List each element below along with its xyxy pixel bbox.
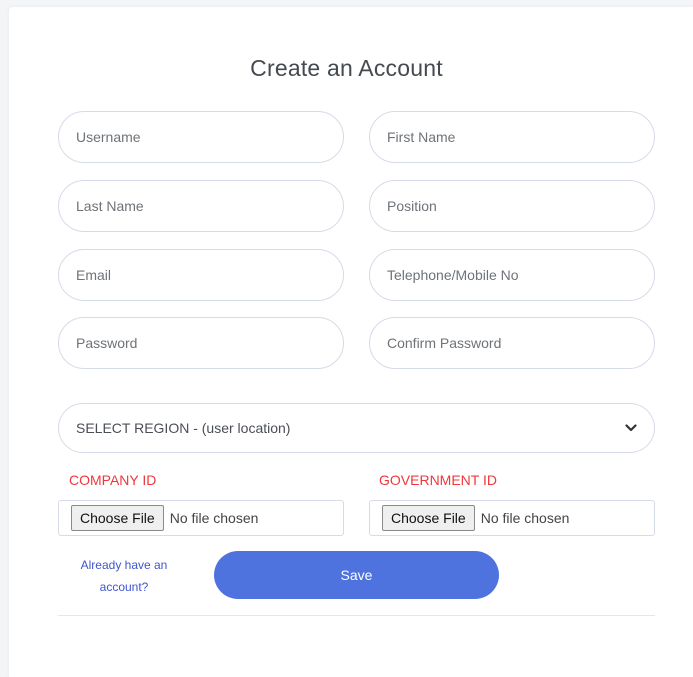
page-title: Create an Account — [250, 55, 443, 81]
signin-link-line1: Already have an — [80, 558, 168, 572]
chevron-down-icon — [625, 424, 637, 432]
password-input[interactable] — [58, 317, 344, 369]
last-name-input[interactable] — [58, 180, 344, 232]
divider — [58, 615, 655, 616]
company-id-label: COMPANY ID — [69, 472, 157, 488]
confirm-password-input[interactable] — [369, 317, 655, 369]
company-id-choose-file-button[interactable]: Choose File — [71, 505, 164, 531]
company-id-file-status: No file chosen — [169, 510, 259, 526]
username-input[interactable] — [58, 111, 344, 163]
government-id-choose-file-button[interactable]: Choose File — [382, 505, 475, 531]
government-id-file-status: No file chosen — [480, 510, 570, 526]
save-button[interactable]: Save — [214, 551, 499, 599]
signin-link[interactable]: Already have an account? — [70, 554, 178, 598]
region-select-value: SELECT REGION - (user location) — [76, 420, 291, 436]
company-id-file-input: Choose File No file chosen — [58, 500, 344, 536]
signin-link-line2: account? — [99, 580, 149, 594]
government-id-file-input: Choose File No file chosen — [369, 500, 655, 536]
position-input[interactable] — [369, 180, 655, 232]
region-select[interactable]: SELECT REGION - (user location) — [58, 403, 655, 453]
phone-input[interactable] — [369, 249, 655, 301]
government-id-label: GOVERNMENT ID — [379, 472, 497, 488]
email-input[interactable] — [58, 249, 344, 301]
first-name-input[interactable] — [369, 111, 655, 163]
